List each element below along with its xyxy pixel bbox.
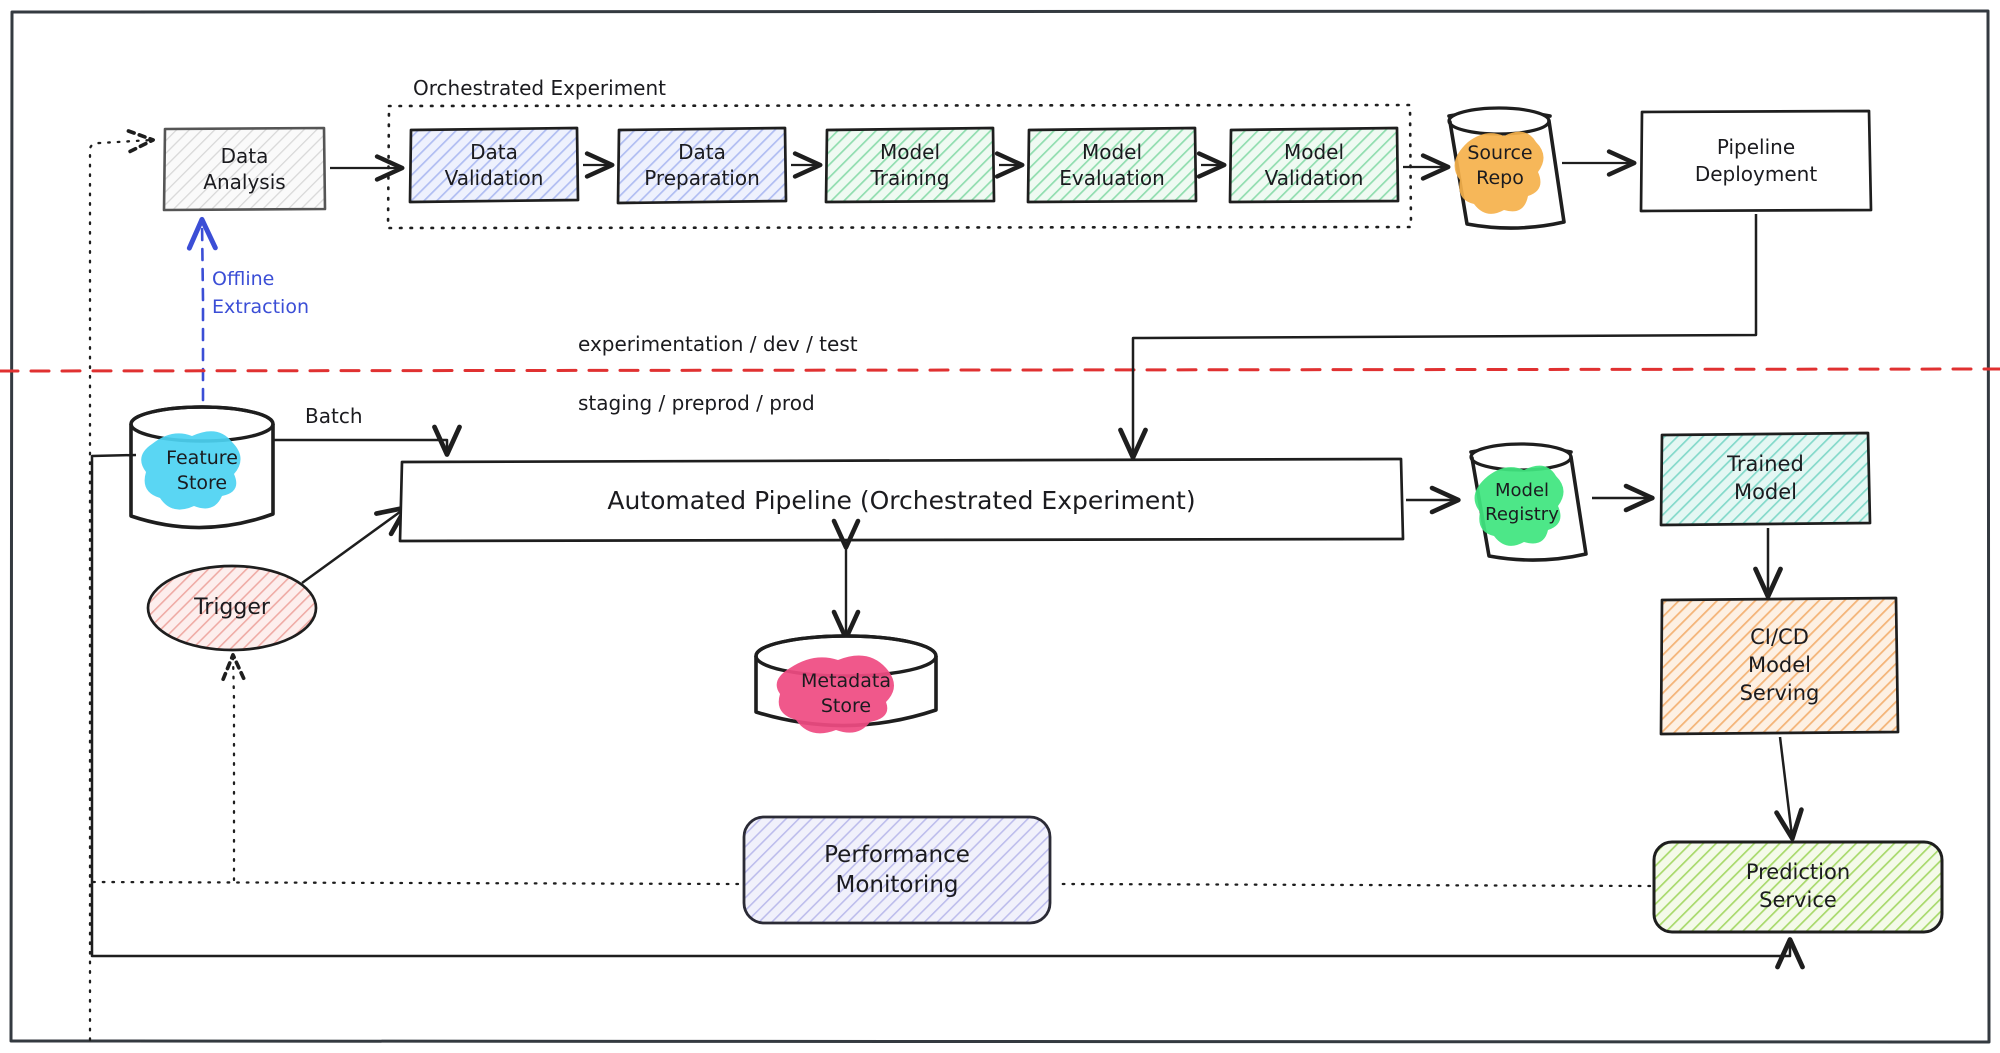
edge-trigger-autopipeline (301, 505, 409, 585)
edge-pipedeploy-autopipeline (1118, 214, 1758, 460)
edge-monitoring-to-trigger (233, 656, 234, 882)
edge-label-offline-extraction-line2: Extraction (212, 296, 309, 318)
environment-label-lower: staging / preprod / prod (578, 391, 815, 415)
node-automated-pipeline[interactable] (400, 459, 1403, 541)
node-data-analysis[interactable] (164, 128, 325, 210)
environment-separator-line (0, 367, 2000, 373)
node-pipeline-deployment[interactable] (1641, 111, 1871, 211)
diagram-canvas: Orchestrated Experiment Data Analysis Da… (0, 0, 2000, 1053)
node-data-preparation[interactable] (618, 128, 786, 203)
node-source-repo[interactable] (1444, 108, 1568, 234)
node-model-validation[interactable] (1230, 128, 1398, 202)
node-feature-store[interactable] (130, 407, 274, 532)
edge-label-offline-extraction-line1: Offline (212, 268, 275, 290)
edge-featurestore-batch-autopipeline (274, 424, 462, 457)
node-trained-model[interactable] (1661, 433, 1870, 525)
edge-predictionservice-monitoring (1058, 882, 1652, 888)
edge-cicd-predictionservice (1774, 736, 1804, 841)
edge-offline-extraction (186, 216, 218, 422)
edge-monitoring-left-rail (84, 880, 740, 886)
environment-label-upper: experimentation / dev / test (578, 332, 858, 356)
group-label-orchestrated-experiment: Orchestrated Experiment (413, 76, 666, 100)
edge-monitoring-to-data-analysis (88, 140, 152, 1042)
node-trigger[interactable] (148, 566, 316, 650)
node-model-training[interactable] (826, 128, 994, 202)
node-performance-monitoring[interactable] (744, 817, 1050, 923)
node-prediction-service[interactable] (1654, 842, 1942, 932)
node-metadata-store[interactable] (756, 636, 936, 736)
node-model-registry[interactable] (1466, 442, 1590, 566)
edge-label-batch: Batch (305, 404, 363, 428)
node-model-evaluation[interactable] (1028, 128, 1196, 202)
node-cicd-model-serving[interactable] (1661, 598, 1898, 734)
node-data-validation[interactable] (410, 128, 578, 202)
